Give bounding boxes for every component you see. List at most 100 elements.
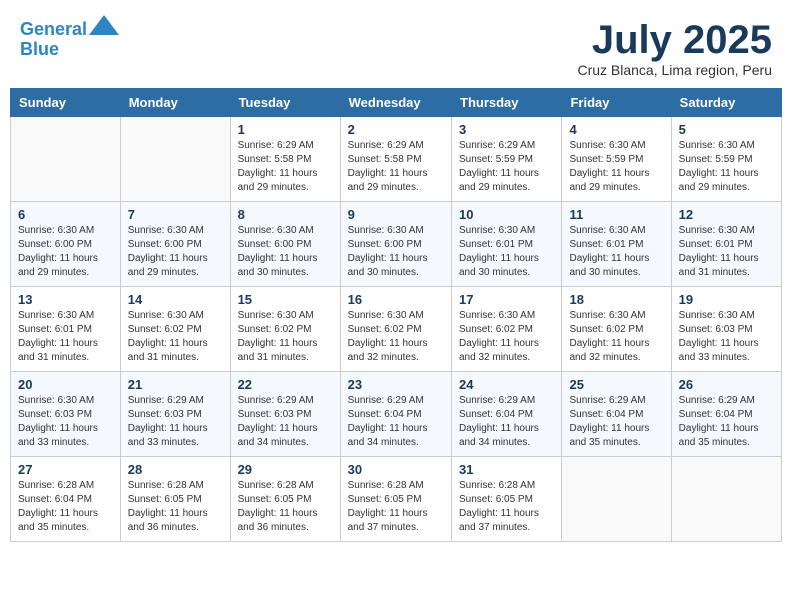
location-subtitle: Cruz Blanca, Lima region, Peru: [577, 62, 772, 78]
day-number: 12: [679, 207, 774, 222]
logo: General Blue: [20, 20, 119, 60]
day-number: 11: [569, 207, 663, 222]
day-info: Sunrise: 6:30 AM Sunset: 5:59 PM Dayligh…: [679, 139, 774, 195]
day-number: 22: [238, 377, 333, 392]
calendar-cell: 27 Sunrise: 6:28 AM Sunset: 6:04 PM Dayli…: [11, 457, 121, 542]
day-info: Sunrise: 6:29 AM Sunset: 5:58 PM Dayligh…: [348, 139, 444, 195]
day-number: 18: [569, 292, 663, 307]
day-info: Sunrise: 6:30 AM Sunset: 5:59 PM Dayligh…: [569, 139, 663, 195]
calendar-cell: [11, 117, 121, 202]
day-info: Sunrise: 6:30 AM Sunset: 6:02 PM Dayligh…: [459, 309, 554, 365]
day-info: Sunrise: 6:29 AM Sunset: 6:04 PM Dayligh…: [459, 394, 554, 450]
calendar-cell: [671, 457, 781, 542]
day-number: 30: [348, 462, 444, 477]
calendar-cell: 17Sunrise: 6:30 AM Sunset: 6:02 PM Dayli…: [452, 287, 562, 372]
day-info: Sunrise: 6:28 AM Sunset: 6:04 PM Dayligh…: [18, 479, 113, 535]
day-info: Sunrise: 6:29 AM Sunset: 5:58 PM Dayligh…: [238, 139, 333, 195]
day-number: 3: [459, 122, 554, 137]
day-info: Sunrise: 6:28 AM Sunset: 6:05 PM Dayligh…: [348, 479, 444, 535]
calendar-week-row: 1 Sunrise: 6:29 AM Sunset: 5:58 PM Daylig…: [11, 117, 782, 202]
day-info: Sunrise: 6:30 AM Sunset: 6:00 PM Dayligh…: [18, 224, 113, 280]
day-info: Sunrise: 6:30 AM Sunset: 6:00 PM Dayligh…: [238, 224, 333, 280]
day-number: 2: [348, 122, 444, 137]
calendar-cell: 2 Sunrise: 6:29 AM Sunset: 5:58 PM Daylig…: [340, 117, 451, 202]
day-number: 20: [18, 377, 113, 392]
weekday-header-tuesday: Tuesday: [230, 89, 340, 117]
calendar-cell: 4Sunrise: 6:30 AM Sunset: 5:59 PM Daylig…: [562, 117, 671, 202]
calendar-cell: 24 Sunrise: 6:29 AM Sunset: 6:04 PM Dayli…: [452, 372, 562, 457]
day-info: Sunrise: 6:29 AM Sunset: 5:59 PM Dayligh…: [459, 139, 554, 195]
calendar-week-row: 13Sunrise: 6:30 AM Sunset: 6:01 PM Dayli…: [11, 287, 782, 372]
calendar-cell: 23 Sunrise: 6:29 AM Sunset: 6:04 PM Dayli…: [340, 372, 451, 457]
calendar-cell: 31 Sunrise: 6:28 AM Sunset: 6:05 PM Dayli…: [452, 457, 562, 542]
weekday-header-wednesday: Wednesday: [340, 89, 451, 117]
day-number: 8: [238, 207, 333, 222]
day-info: Sunrise: 6:30 AM Sunset: 6:02 PM Dayligh…: [348, 309, 444, 365]
day-number: 31: [459, 462, 554, 477]
calendar-cell: 3 Sunrise: 6:29 AM Sunset: 5:59 PM Daylig…: [452, 117, 562, 202]
calendar-cell: 22 Sunrise: 6:29 AM Sunset: 6:03 PM Dayli…: [230, 372, 340, 457]
calendar-cell: 20 Sunrise: 6:30 AM Sunset: 6:03 PM Dayli…: [11, 372, 121, 457]
day-number: 14: [128, 292, 223, 307]
weekday-header-sunday: Sunday: [11, 89, 121, 117]
day-number: 15: [238, 292, 333, 307]
day-number: 27: [18, 462, 113, 477]
calendar-cell: 10Sunrise: 6:30 AM Sunset: 6:01 PM Dayli…: [452, 202, 562, 287]
calendar-table: SundayMondayTuesdayWednesdayThursdayFrid…: [10, 88, 782, 542]
day-number: 19: [679, 292, 774, 307]
day-number: 23: [348, 377, 444, 392]
day-info: Sunrise: 6:30 AM Sunset: 6:01 PM Dayligh…: [569, 224, 663, 280]
day-info: Sunrise: 6:28 AM Sunset: 6:05 PM Dayligh…: [238, 479, 333, 535]
day-info: Sunrise: 6:30 AM Sunset: 6:01 PM Dayligh…: [679, 224, 774, 280]
day-info: Sunrise: 6:29 AM Sunset: 6:04 PM Dayligh…: [569, 394, 663, 450]
calendar-week-row: 6 Sunrise: 6:30 AM Sunset: 6:00 PM Daylig…: [11, 202, 782, 287]
logo-text: General Blue: [20, 20, 119, 60]
day-number: 21: [128, 377, 223, 392]
title-area: July 2025 Cruz Blanca, Lima region, Peru: [577, 20, 772, 78]
calendar-cell: 15 Sunrise: 6:30 AM Sunset: 6:02 PM Dayli…: [230, 287, 340, 372]
day-info: Sunrise: 6:28 AM Sunset: 6:05 PM Dayligh…: [459, 479, 554, 535]
calendar-cell: 13Sunrise: 6:30 AM Sunset: 6:01 PM Dayli…: [11, 287, 121, 372]
calendar-cell: 28Sunrise: 6:28 AM Sunset: 6:05 PM Dayli…: [120, 457, 230, 542]
day-info: Sunrise: 6:30 AM Sunset: 6:01 PM Dayligh…: [459, 224, 554, 280]
weekday-header-thursday: Thursday: [452, 89, 562, 117]
day-number: 1: [238, 122, 333, 137]
day-info: Sunrise: 6:30 AM Sunset: 6:03 PM Dayligh…: [18, 394, 113, 450]
calendar-cell: [120, 117, 230, 202]
calendar-cell: 19Sunrise: 6:30 AM Sunset: 6:03 PM Dayli…: [671, 287, 781, 372]
day-info: Sunrise: 6:30 AM Sunset: 6:00 PM Dayligh…: [348, 224, 444, 280]
calendar-cell: 21 Sunrise: 6:29 AM Sunset: 6:03 PM Dayli…: [120, 372, 230, 457]
weekday-header-row: SundayMondayTuesdayWednesdayThursdayFrid…: [11, 89, 782, 117]
calendar-cell: 26 Sunrise: 6:29 AM Sunset: 6:04 PM Dayli…: [671, 372, 781, 457]
day-info: Sunrise: 6:30 AM Sunset: 6:02 PM Dayligh…: [128, 309, 223, 365]
day-number: 5: [679, 122, 774, 137]
day-number: 6: [18, 207, 113, 222]
day-info: Sunrise: 6:29 AM Sunset: 6:03 PM Dayligh…: [128, 394, 223, 450]
calendar-cell: 1 Sunrise: 6:29 AM Sunset: 5:58 PM Daylig…: [230, 117, 340, 202]
day-number: 26: [679, 377, 774, 392]
day-info: Sunrise: 6:30 AM Sunset: 6:02 PM Dayligh…: [569, 309, 663, 365]
calendar-cell: 25Sunrise: 6:29 AM Sunset: 6:04 PM Dayli…: [562, 372, 671, 457]
calendar-cell: 12 Sunrise: 6:30 AM Sunset: 6:01 PM Dayli…: [671, 202, 781, 287]
calendar-week-row: 20 Sunrise: 6:30 AM Sunset: 6:03 PM Dayli…: [11, 372, 782, 457]
calendar-cell: 8 Sunrise: 6:30 AM Sunset: 6:00 PM Daylig…: [230, 202, 340, 287]
month-title: July 2025: [577, 20, 772, 60]
calendar-cell: 11 Sunrise: 6:30 AM Sunset: 6:01 PM Dayli…: [562, 202, 671, 287]
day-number: 29: [238, 462, 333, 477]
day-number: 28: [128, 462, 223, 477]
day-info: Sunrise: 6:30 AM Sunset: 6:02 PM Dayligh…: [238, 309, 333, 365]
day-info: Sunrise: 6:29 AM Sunset: 6:03 PM Dayligh…: [238, 394, 333, 450]
calendar-cell: [562, 457, 671, 542]
calendar-cell: 5 Sunrise: 6:30 AM Sunset: 5:59 PM Daylig…: [671, 117, 781, 202]
calendar-cell: 14 Sunrise: 6:30 AM Sunset: 6:02 PM Dayli…: [120, 287, 230, 372]
day-number: 24: [459, 377, 554, 392]
day-number: 16: [348, 292, 444, 307]
calendar-cell: 16 Sunrise: 6:30 AM Sunset: 6:02 PM Dayli…: [340, 287, 451, 372]
day-info: Sunrise: 6:29 AM Sunset: 6:04 PM Dayligh…: [679, 394, 774, 450]
calendar-cell: 18 Sunrise: 6:30 AM Sunset: 6:02 PM Dayli…: [562, 287, 671, 372]
logo-blue: Blue: [20, 39, 59, 59]
calendar-cell: 9Sunrise: 6:30 AM Sunset: 6:00 PM Daylig…: [340, 202, 451, 287]
weekday-header-friday: Friday: [562, 89, 671, 117]
calendar-cell: 29 Sunrise: 6:28 AM Sunset: 6:05 PM Dayli…: [230, 457, 340, 542]
day-info: Sunrise: 6:29 AM Sunset: 6:04 PM Dayligh…: [348, 394, 444, 450]
